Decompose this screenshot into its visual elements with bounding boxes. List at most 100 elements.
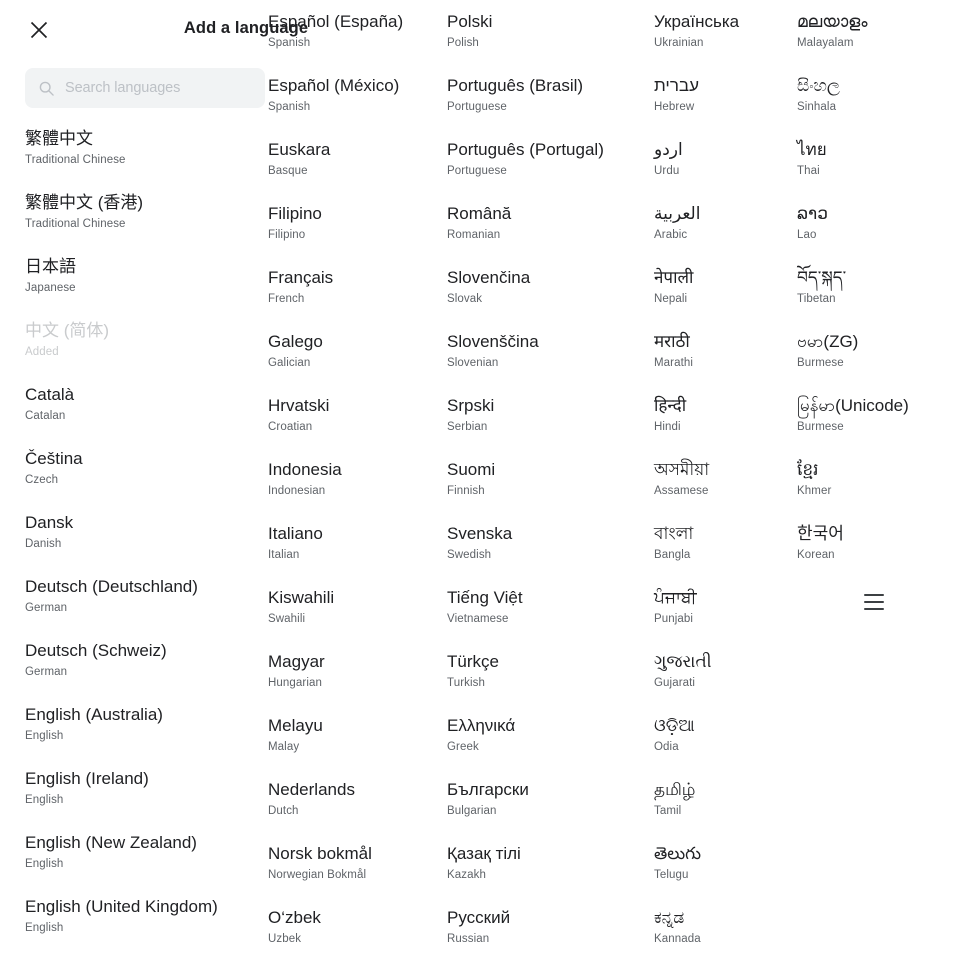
language-item[interactable]: Nederlands Dutch — [268, 779, 444, 839]
language-item[interactable]: 繁體中文 Traditional Chinese — [25, 128, 265, 188]
language-native-name: हिन्दी — [654, 396, 687, 415]
language-item[interactable]: Français French — [268, 267, 444, 327]
language-item[interactable]: Қазақ тілі Kazakh — [447, 843, 651, 903]
language-item[interactable]: မြန်မာ(Unicode) Burmese — [797, 395, 957, 455]
language-native-name: Euskara — [268, 140, 331, 159]
language-item[interactable]: English (Australia) English — [25, 704, 265, 764]
language-item[interactable]: Indonesia Indonesian — [268, 459, 444, 519]
language-native-name: Español (España) — [268, 12, 404, 31]
language-native-name: සිංහල — [797, 76, 840, 95]
language-item[interactable]: 한국어 Korean — [797, 523, 957, 583]
language-item[interactable]: 繁體中文 (香港) Traditional Chinese — [25, 192, 265, 252]
language-item[interactable]: ລາວ Lao — [797, 203, 957, 263]
language-native-name: English (Ireland) — [25, 769, 149, 788]
language-english-name: English — [25, 730, 64, 742]
language-item[interactable]: Suomi Finnish — [447, 459, 651, 519]
language-item[interactable]: മലയാളം Malayalam — [797, 11, 957, 71]
language-item[interactable]: ਪੰਜਾਬੀ Punjabi — [654, 587, 794, 647]
language-item[interactable]: Ελληνικά Greek — [447, 715, 651, 775]
language-native-name: English (United Kingdom) — [25, 897, 218, 916]
language-native-name: English (New Zealand) — [25, 833, 197, 852]
language-native-name: 繁體中文 (香港) — [25, 193, 144, 212]
language-native-name: Français — [268, 268, 334, 287]
language-english-name: German — [25, 666, 68, 678]
language-item[interactable]: বাংলা Bangla — [654, 523, 794, 583]
language-item[interactable]: Galego Galician — [268, 331, 444, 391]
language-item[interactable]: ગુજરાતી Gujarati — [654, 651, 794, 711]
language-native-name: Ελληνικά — [447, 716, 516, 735]
search-input[interactable]: Search languages — [25, 68, 265, 108]
language-item[interactable]: ဗမာ(ZG) Burmese — [797, 331, 957, 391]
language-item[interactable]: ខ្មែរ Khmer — [797, 459, 957, 519]
language-item[interactable]: العربية Arabic — [654, 203, 794, 263]
language-item[interactable]: Srpski Serbian — [447, 395, 651, 455]
language-item[interactable]: ଓଡ଼ିଆ Odia — [654, 715, 794, 775]
language-item[interactable]: Melayu Malay — [268, 715, 444, 775]
language-item[interactable]: اردو Urdu — [654, 139, 794, 199]
language-native-name: اردو — [654, 140, 683, 159]
language-item[interactable]: සිංහල Sinhala — [797, 75, 957, 135]
language-item[interactable]: Norsk bokmål Norwegian Bokmål — [268, 843, 444, 903]
language-native-name: ខ្មែរ — [797, 460, 819, 479]
language-item[interactable]: Filipino Filipino — [268, 203, 444, 263]
language-item[interactable]: Română Romanian — [447, 203, 651, 263]
language-item[interactable]: मराठी Marathi — [654, 331, 794, 391]
language-item[interactable]: English (New Zealand) English — [25, 832, 265, 892]
language-item[interactable]: नेपाली Nepali — [654, 267, 794, 327]
language-item[interactable]: Kiswahili Swahili — [268, 587, 444, 647]
language-native-name: Galego — [268, 332, 323, 351]
language-item[interactable]: Português (Portugal) Portuguese — [447, 139, 651, 199]
language-item[interactable]: O‘zbek Uzbek — [268, 907, 444, 967]
language-native-name: తెలుగు — [654, 844, 701, 863]
language-english-name: English — [25, 794, 64, 806]
language-item[interactable]: English (United Kingdom) English — [25, 896, 265, 956]
language-item[interactable]: Polski Polish — [447, 11, 651, 71]
search-icon — [39, 81, 54, 96]
language-item[interactable]: తెలుగు Telugu — [654, 843, 794, 903]
language-item[interactable]: 日本語 Japanese — [25, 256, 265, 316]
language-english-name: Dutch — [268, 805, 299, 817]
language-native-name: नेपाली — [654, 268, 694, 287]
language-item[interactable]: ไทย Thai — [797, 139, 957, 199]
language-item[interactable]: Slovenčina Slovak — [447, 267, 651, 327]
language-english-name: Slovak — [447, 293, 483, 305]
language-item[interactable]: Italiano Italian — [268, 523, 444, 583]
language-item[interactable]: Euskara Basque — [268, 139, 444, 199]
language-item[interactable]: Português (Brasil) Portuguese — [447, 75, 651, 135]
close-button[interactable] — [25, 16, 53, 44]
language-item[interactable]: Tiếng Việt Vietnamese — [447, 587, 651, 647]
language-item[interactable]: Čeština Czech — [25, 448, 265, 508]
language-item[interactable]: Magyar Hungarian — [268, 651, 444, 711]
language-item[interactable]: Hrvatski Croatian — [268, 395, 444, 455]
language-item[interactable]: Українська Ukrainian — [654, 11, 794, 71]
language-native-name: Română — [447, 204, 512, 223]
language-native-name: Svenska — [447, 524, 513, 543]
language-item[interactable]: हिन्दी Hindi — [654, 395, 794, 455]
language-item[interactable]: Español (México) Spanish — [268, 75, 444, 135]
language-item[interactable]: অসমীয়া Assamese — [654, 459, 794, 519]
language-item[interactable]: Deutsch (Schweiz) German — [25, 640, 265, 700]
language-item[interactable]: Svenska Swedish — [447, 523, 651, 583]
language-english-name: Tamil — [654, 805, 682, 817]
language-item[interactable]: עברית Hebrew — [654, 75, 794, 135]
language-item[interactable]: Dansk Danish — [25, 512, 265, 572]
language-native-name: Norsk bokmål — [268, 844, 372, 863]
language-native-name: ไทย — [797, 140, 827, 159]
language-item[interactable]: English (Ireland) English — [25, 768, 265, 828]
language-english-name: Urdu — [654, 165, 680, 177]
language-item[interactable]: Deutsch (Deutschland) German — [25, 576, 265, 636]
language-item[interactable]: Русский Russian — [447, 907, 651, 967]
language-item[interactable]: ಕನ್ನಡ Kannada — [654, 907, 794, 967]
language-item[interactable]: བོད་སྐད་ Tibetan — [797, 267, 957, 327]
language-english-name: Ukrainian — [654, 37, 704, 49]
language-item[interactable]: Български Bulgarian — [447, 779, 651, 839]
language-item[interactable]: Slovenščina Slovenian — [447, 331, 651, 391]
language-english-name: Galician — [268, 357, 311, 369]
language-item[interactable]: Türkçe Turkish — [447, 651, 651, 711]
hamburger-menu-icon[interactable] — [864, 594, 884, 612]
language-native-name: Italiano — [268, 524, 323, 543]
language-item[interactable]: Español (España) Spanish — [268, 11, 444, 71]
language-item[interactable]: தமிழ் Tamil — [654, 779, 794, 839]
language-native-name: मराठी — [654, 332, 690, 351]
language-item[interactable]: Català Catalan — [25, 384, 265, 444]
